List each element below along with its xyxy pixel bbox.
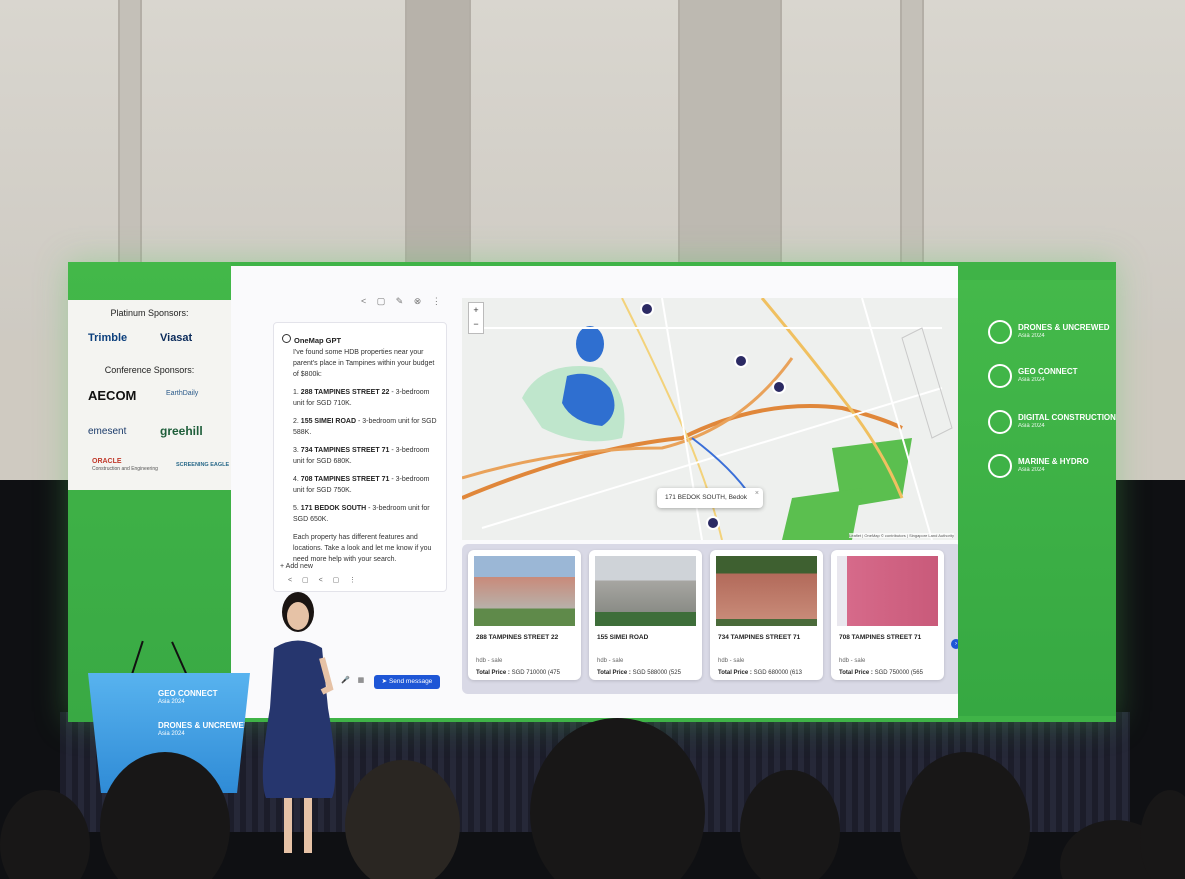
viasat-logo: Viasat [160, 332, 193, 344]
card-title: 155 SIMEI ROAD [597, 634, 649, 641]
greehill-logo: greehill [160, 424, 203, 438]
sponsor-box: Platinum Sponsors: Trimble Viasat Confer… [68, 300, 231, 490]
conference-photo: Platinum Sponsors: Trimble Viasat Confer… [0, 0, 1185, 879]
assistant-name: OneMap GPT [294, 336, 342, 345]
trimble-logo: Trimble [88, 332, 128, 344]
property-card[interactable]: 155 SIMEI ROAD hdb - sale Total Price : … [589, 550, 702, 680]
message-intro: I've found some HDB properties near your… [293, 349, 435, 378]
property-item: 2. 155 SIMEI ROAD - 3-bedroom unit for S… [293, 418, 437, 436]
oracle-sub-logo: Construction and Engineering [92, 466, 158, 472]
card-type: hdb - sale [476, 658, 503, 664]
aecom-logo: AECOM [88, 388, 137, 403]
property-photo [837, 556, 938, 626]
property-marker[interactable] [640, 302, 654, 316]
property-photo [716, 556, 817, 626]
message-actions[interactable]: < ▢ < ▢ ⋮ [288, 575, 360, 586]
add-new-button[interactable]: + Add new [280, 561, 313, 572]
card-price: Total Price : SGD 750000 (565 [839, 670, 923, 676]
property-card[interactable]: 708 TAMPINES STREET 71 hdb - sale Total … [831, 550, 944, 680]
conference-heading: Conference Sponsors: [104, 365, 195, 375]
map-popup: 171 BEDOK SOUTH, Bedok × [657, 488, 763, 508]
emesent-logo: emesent [88, 426, 127, 437]
platinum-heading: Platinum Sponsors: [110, 308, 189, 318]
property-photo [595, 556, 696, 626]
oracle-logo: ORACLE [92, 458, 122, 465]
close-icon[interactable]: × [755, 484, 759, 504]
event-digital-construction: DIGITAL CONSTRUCTION Asia 2024 [988, 410, 1116, 434]
podium-geo-connect: GEO CONNECT Asia 2024 [158, 689, 218, 705]
card-title: 708 TAMPINES STREET 71 [839, 634, 922, 641]
property-marker[interactable] [706, 516, 720, 530]
sponsor-panel: Platinum Sponsors: Trimble Viasat Confer… [68, 262, 231, 722]
card-type: hdb - sale [718, 658, 745, 664]
zoom-out-button[interactable]: − [469, 317, 483, 331]
property-card[interactable]: 734 TAMPINES STREET 71 hdb - sale Total … [710, 550, 823, 680]
property-item: 1. 288 TAMPINES STREET 22 - 3-bedroom un… [293, 389, 430, 407]
message-outro: Each property has different features and… [293, 534, 432, 563]
chat-message-card: OneMap GPT I've found some HDB propertie… [273, 322, 447, 592]
projection-screen: Platinum Sponsors: Trimble Viasat Confer… [68, 262, 1116, 722]
property-marker[interactable] [772, 380, 786, 394]
event-marine-hydro: MARINE & HYDRO Asia 2024 [988, 454, 1089, 478]
popup-text: 171 BEDOK SOUTH, Bedok [665, 494, 748, 501]
card-price: Total Price : SGD 680000 (613 [718, 670, 802, 676]
chat-toolbar[interactable]: < ▢ ✎ ⊗ ⋮ [361, 296, 445, 307]
card-type: hdb - sale [839, 658, 866, 664]
send-message-button[interactable]: ➤ Send message [374, 675, 440, 689]
podium-drones: DRONES & UNCREWED Asia 2024 [158, 721, 250, 737]
card-title: 288 TAMPINES STREET 22 [476, 634, 559, 641]
card-type: hdb - sale [597, 658, 624, 664]
property-marker[interactable] [734, 354, 748, 368]
assistant-avatar-icon [282, 334, 291, 343]
zoom-in-button[interactable]: + [469, 303, 483, 317]
property-item: 3. 734 TAMPINES STREET 71 - 3-bedroom un… [293, 447, 430, 465]
geo-connect-icon [988, 364, 1012, 388]
property-card[interactable]: 288 TAMPINES STREET 22 hdb - sale Total … [468, 550, 581, 680]
audience-head [740, 770, 840, 879]
hexagon-icon [988, 410, 1012, 434]
card-price: Total Price : SGD 710000 (475 [476, 670, 560, 676]
property-cards: 288 TAMPINES STREET 22 hdb - sale Total … [462, 544, 962, 694]
event-drones: DRONES & UNCREWED Asia 2024 [988, 320, 1110, 344]
property-photo [474, 556, 575, 626]
drone-icon [988, 320, 1012, 344]
event-panel: DRONES & UNCREWED Asia 2024 GEO CONNECT As… [958, 280, 1116, 716]
wave-icon [988, 454, 1012, 478]
earthdaily-logo: EarthDaily [166, 390, 199, 397]
assistant-message: I've found some HDB properties near your… [293, 347, 441, 572]
property-item: 4. 708 TAMPINES STREET 71 - 3-bedroom un… [293, 476, 430, 494]
event-geo-connect: GEO CONNECT Asia 2024 [988, 364, 1078, 388]
map-view[interactable]: + − 171 BEDOK SOUTH, Bedok × Leaflet | On… [462, 298, 958, 540]
screening-eagle-logo: SCREENING EAGLE [176, 462, 230, 468]
property-item: 5. 171 BEDOK SOUTH - 3-bedroom unit for … [293, 505, 430, 523]
zoom-control[interactable]: + − [468, 302, 484, 334]
audience-head [345, 760, 460, 879]
map-attribution: Leaflet | OneMap © contributors | Singap… [849, 533, 954, 538]
card-price: Total Price : SGD 588000 (525 [597, 670, 681, 676]
presenter [262, 592, 336, 853]
card-title: 734 TAMPINES STREET 71 [718, 634, 801, 641]
